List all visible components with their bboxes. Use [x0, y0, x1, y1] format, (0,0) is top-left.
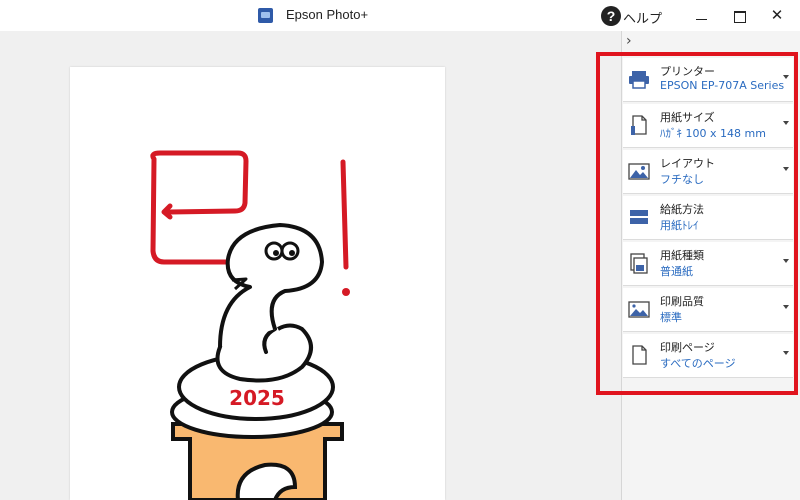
setting-label: 用紙種類: [660, 249, 704, 262]
setting-paper-type[interactable]: 用紙種類 普通紙: [623, 242, 793, 286]
setting-label: 印刷ページ: [660, 341, 715, 354]
setting-paper-size[interactable]: 用紙サイズ ﾊｶﾞｷ 100 x 148 mm: [623, 104, 793, 148]
paper-feed-icon: [630, 210, 648, 224]
setting-value: すべてのページ: [660, 357, 736, 370]
chevron-down-icon[interactable]: [783, 305, 789, 309]
setting-label: 印刷品質: [660, 295, 704, 308]
setting-value: 普通紙: [660, 265, 693, 278]
setting-label: レイアウト: [660, 157, 715, 170]
chevron-down-icon[interactable]: [783, 121, 789, 125]
printer-icon: [629, 71, 649, 89]
app-icon: [258, 8, 273, 23]
print-pages-icon: [632, 345, 647, 365]
print-preview-area: 2025: [0, 31, 621, 500]
help-button[interactable]: ヘルプ: [623, 8, 662, 27]
setting-layout[interactable]: レイアウト フチなし: [623, 150, 793, 194]
setting-printer[interactable]: プリンター EPSON EP-707A Series: [623, 58, 793, 102]
setting-label: 給紙方法: [660, 203, 704, 216]
chevron-down-icon[interactable]: [783, 351, 789, 355]
maximize-button[interactable]: [727, 4, 751, 28]
setting-print-pages[interactable]: 印刷ページ すべてのページ: [623, 334, 793, 378]
window-title: Epson Photo+: [286, 7, 369, 22]
setting-value: 標準: [660, 311, 682, 324]
title-bar: Epson Photo+ ? ヘルプ ✕: [0, 0, 800, 31]
setting-value: フチなし: [660, 173, 704, 186]
paper-type-icon: [630, 253, 648, 274]
setting-value: EPSON EP-707A Series: [660, 79, 785, 92]
panel-collapse-button[interactable]: ›: [626, 33, 632, 49]
chevron-down-icon[interactable]: [783, 259, 789, 263]
print-quality-icon: [628, 301, 650, 318]
setting-value: ﾊｶﾞｷ 100 x 148 mm: [660, 127, 766, 140]
preview-paper: 2025: [70, 67, 445, 500]
help-icon[interactable]: ?: [601, 6, 621, 26]
setting-label: プリンター: [660, 65, 715, 78]
setting-label: 用紙サイズ: [660, 111, 715, 124]
chevron-down-icon[interactable]: [783, 75, 789, 79]
setting-print-quality[interactable]: 印刷品質 標準: [623, 288, 793, 332]
close-button[interactable]: ✕: [765, 4, 789, 28]
setting-value: 用紙ﾄﾚｲ: [660, 219, 699, 232]
snake-kagami-mochi-illustration: 2025: [150, 150, 350, 500]
paper-size-icon: [631, 115, 647, 135]
layout-icon: [628, 163, 650, 180]
setting-paper-feed: 給紙方法 用紙ﾄﾚｲ: [623, 196, 793, 240]
year-text: 2025: [229, 386, 285, 410]
minimize-button[interactable]: [689, 4, 713, 28]
chevron-down-icon[interactable]: [783, 167, 789, 171]
